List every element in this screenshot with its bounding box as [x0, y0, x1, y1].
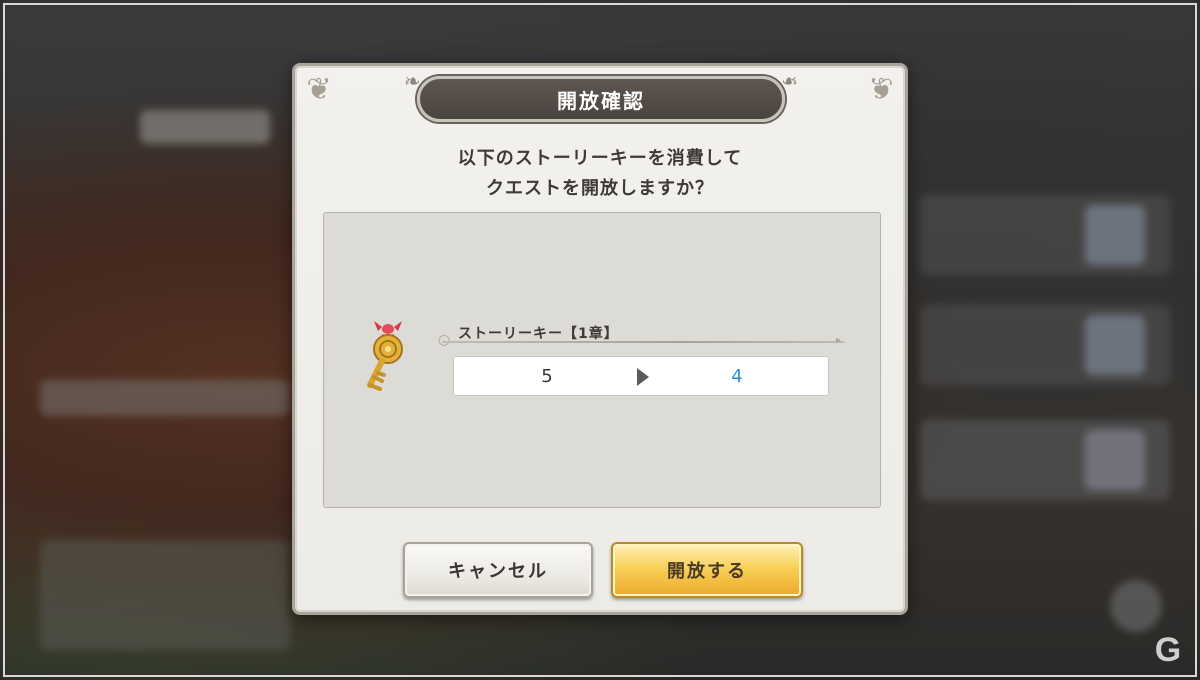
- gamer-logo-icon: G: [1154, 631, 1182, 669]
- arrow-right-icon: [637, 368, 649, 386]
- unlock-confirm-dialog: ❦ ❦ ❧ 開放確認 ❧ 以下のストーリーキーを消費して クエストを開放しますか…: [292, 63, 908, 615]
- cancel-button[interactable]: キャンセル: [403, 542, 593, 598]
- line-ornament-icon: ▸: [836, 335, 842, 346]
- message-line: 以下のストーリーキーを消費して: [457, 148, 743, 169]
- dialog-title: 開放確認: [557, 88, 645, 113]
- ornament-corner-icon: ❦: [306, 72, 332, 107]
- message-line: クエストを開放しますか？: [486, 178, 714, 199]
- confirm-message: 以下のストーリーキーを消費して クエストを開放しますか？: [295, 144, 905, 204]
- count-after: 4: [731, 366, 743, 387]
- line-ornament-icon: ○: [438, 332, 451, 348]
- open-button[interactable]: 開放する: [611, 542, 803, 598]
- ornament-corner-icon: ❦: [868, 72, 894, 107]
- count-before: 5: [541, 366, 553, 387]
- golden-key-icon: [367, 321, 403, 391]
- scroll-ornament-icon: ❧: [404, 69, 421, 93]
- dialog-title-plate: ❧ 開放確認 ❧: [404, 69, 798, 122]
- scroll-ornament-icon: ❧: [781, 69, 798, 93]
- count-change-box: 5 4: [453, 356, 829, 396]
- divider: [442, 341, 844, 343]
- item-name: ストーリーキー【1章】: [458, 326, 619, 342]
- item-consumption-panel: ○ ストーリーキー【1章】 ▸ 5 4: [323, 212, 881, 508]
